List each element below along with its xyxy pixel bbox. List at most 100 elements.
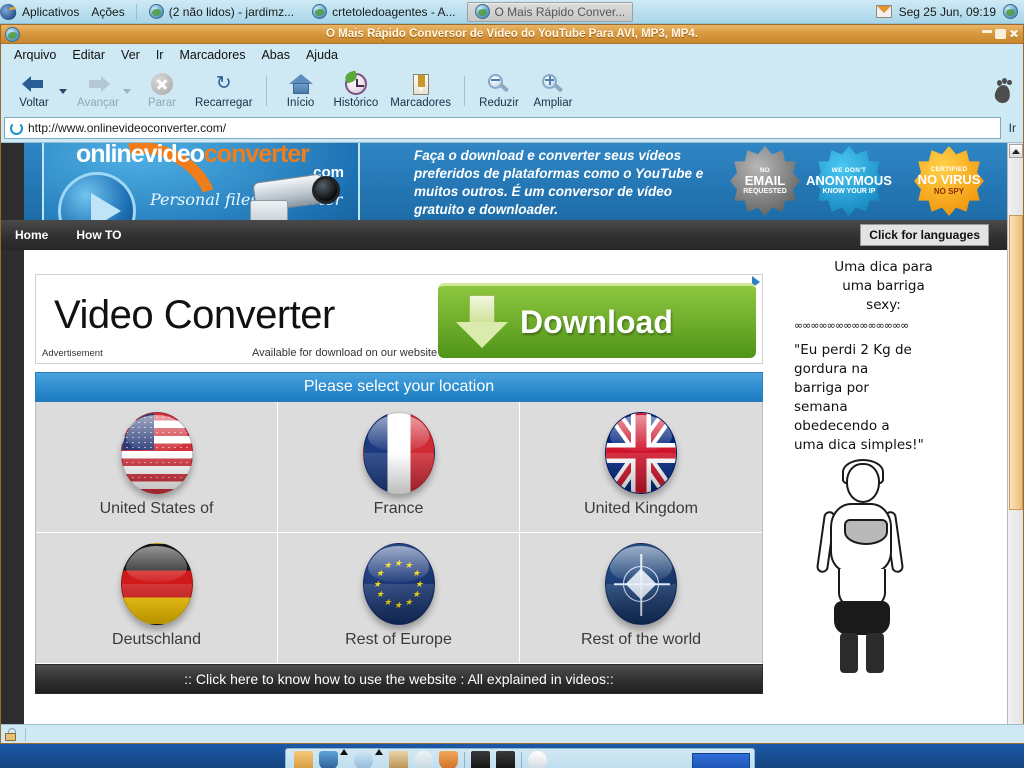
go-button[interactable]: Ir (1005, 121, 1020, 135)
navigation-toolbar: Voltar Avançar Parar ↻ Recarregar Início… (1, 66, 1023, 116)
reload-icon: ↻ (215, 73, 232, 94)
dock-active-window[interactable] (692, 753, 750, 768)
back-button[interactable]: Voltar (7, 71, 61, 111)
how-to-use-link[interactable]: :: Click here to know how to use the web… (35, 664, 763, 694)
languages-button[interactable]: Click for languages (860, 224, 989, 246)
location-label: United States of (99, 500, 214, 517)
menu-ajuda[interactable]: Ajuda (299, 46, 345, 64)
nav-link-home[interactable]: Home (1, 228, 62, 242)
task-button-conversor[interactable]: O Mais Rápido Conver... (466, 1, 634, 22)
badge-line3: KNOW YOUR IP (822, 188, 876, 195)
url-text: http://www.onlinevideoconverter.com/ (28, 121, 227, 135)
menu-editar[interactable]: Editar (65, 46, 112, 64)
location-cell-france[interactable]: France (278, 402, 520, 533)
ad-headline: Video Converter (54, 293, 335, 337)
task-button-crtetoledoagentes[interactable]: crtetoledoagentes - A... (305, 2, 462, 22)
sidebar-body-1: "Eu perdi 2 Kg de (794, 342, 912, 358)
forward-button[interactable]: Avançar (71, 71, 125, 111)
location-label: France (373, 500, 424, 517)
history-button[interactable]: Histórico (328, 70, 385, 111)
dock-icon-app-blue[interactable] (319, 750, 338, 768)
desktop-background (0, 744, 1024, 768)
forward-dropdown-chevron-down-icon[interactable] (123, 88, 131, 94)
maximize-button[interactable] (994, 29, 1006, 39)
site-description: Faça o download e converter seus vídeos … (414, 148, 704, 217)
minimize-button[interactable] (981, 30, 992, 33)
search-input[interactable]: http://www.onlinevideoconverter.com/ (4, 117, 1001, 139)
sidebar-headline-1: Uma dica para (834, 259, 933, 275)
flag-europe-icon: ★★★★★★★★★★★★ (362, 543, 435, 625)
zoom-out-button[interactable]: Reduzir (472, 71, 526, 111)
mail-icon[interactable] (875, 5, 892, 18)
menu-ver[interactable]: Ver (114, 46, 147, 64)
nav-link-howto[interactable]: How TO (62, 228, 135, 242)
menu-abas[interactable]: Abas (254, 46, 297, 64)
badge-line3: REQUESTED (743, 188, 787, 195)
advertisement-banner[interactable]: Video Converter Advertisement Available … (35, 274, 763, 364)
sidebar-advertisement[interactable]: Uma dica para uma barriga sexy: ∞∞∞∞∞∞∞∞… (784, 250, 979, 743)
dock-icon-cloud[interactable] (528, 750, 547, 768)
location-label: Deutschland (112, 631, 201, 648)
home-button[interactable]: Início (274, 71, 328, 111)
dock-icon-flame[interactable] (439, 750, 458, 768)
page-viewport: Faça o download e converter seus vídeos … (1, 142, 1023, 743)
bookmark-icon (412, 73, 429, 95)
bookmarks-button[interactable]: Marcadores (384, 72, 457, 111)
panel-menu-aplicativos[interactable]: Aplicativos (16, 0, 85, 24)
gnome-foot-icon[interactable] (991, 78, 1017, 104)
globe-icon (148, 4, 164, 19)
badge-line3: NO SPY (933, 187, 965, 196)
stop-loading-icon[interactable] (10, 121, 23, 135)
panel-menu-acoes[interactable]: Ações (85, 0, 130, 24)
task-button-jardimz[interactable]: (2 não lidos) - jardimz... (142, 2, 301, 22)
scroll-up-button[interactable] (1008, 144, 1023, 158)
location-bar-row: http://www.onlinevideoconverter.com/ Ir (1, 116, 1023, 142)
zoom-in-label: Ampliar (533, 97, 573, 109)
location-cell-united-states[interactable]: United States of (36, 402, 278, 533)
panel-tray: Seg 25 Jun, 09:19 (875, 4, 1024, 19)
back-dropdown-chevron-down-icon[interactable] (59, 88, 67, 94)
unlocked-padlock-icon[interactable] (4, 727, 17, 741)
no-virus-badge: CERTIFIED NO VIRUS NO SPY (914, 146, 984, 216)
dock-icon-window-dark-2[interactable] (496, 750, 515, 768)
globe-icon[interactable] (1003, 4, 1018, 19)
close-icon[interactable]: ✖ (1009, 28, 1019, 40)
location-cell-deutschland[interactable]: Deutschland (36, 533, 278, 664)
location-selector: Please select your location United State… (35, 372, 763, 694)
dock-icon-window-dark-1[interactable] (471, 750, 490, 768)
panel-clock[interactable]: Seg 25 Jun, 09:19 (899, 5, 996, 19)
zoom-in-icon (541, 73, 564, 95)
reload-button[interactable]: ↻ Recarregar (189, 71, 259, 111)
back-label: Voltar (19, 97, 49, 109)
window-title-bar[interactable]: O Mais Rápido Conversor de Vídeo do YouT… (1, 25, 1023, 44)
sidebar-body-2: gordura na (794, 361, 869, 377)
dock-icon-app-light[interactable] (354, 750, 373, 768)
flag-nato-icon (605, 543, 677, 625)
menu-marcadores[interactable]: Marcadores (172, 46, 252, 64)
window-task-list: (2 não lidos) - jardimz... crtetoledoage… (142, 1, 876, 22)
bird-logo-icon[interactable] (0, 2, 18, 21)
location-cell-rest-of-world[interactable]: Rest of the world (520, 533, 762, 664)
menu-ir[interactable]: Ir (149, 46, 171, 64)
location-cell-united-kingdom[interactable]: United Kingdom (520, 402, 762, 533)
history-clock-icon (343, 70, 367, 95)
location-cell-rest-of-europe[interactable]: ★★★★★★★★★★★★ Rest of Europe (278, 533, 520, 664)
download-button[interactable]: Download (438, 283, 756, 358)
sidebar-divider: ∞∞∞∞∞∞∞∞∞∞∞∞∞∞ (794, 319, 909, 332)
forward-arrow-icon (86, 73, 110, 95)
desktop-dock[interactable] (285, 748, 755, 768)
download-arrow-icon (456, 295, 508, 349)
toolbar-divider (463, 76, 465, 106)
dock-icon-disc[interactable] (414, 750, 433, 768)
menu-arquivo[interactable]: Arquivo (7, 46, 63, 64)
location-label: Rest of the world (580, 631, 702, 648)
task-label: (2 não lidos) - jardimz... (168, 4, 295, 19)
dock-icon-books[interactable] (389, 750, 408, 768)
scrollbar-track[interactable] (1008, 159, 1023, 727)
scrollbar-thumb[interactable] (1008, 215, 1023, 510)
flag-germany-icon (120, 543, 193, 625)
stop-button[interactable]: Parar (135, 71, 189, 111)
dock-icon-folder[interactable] (294, 750, 313, 768)
zoom-in-button[interactable]: Ampliar (526, 71, 580, 111)
vertical-scrollbar[interactable] (1007, 143, 1023, 743)
